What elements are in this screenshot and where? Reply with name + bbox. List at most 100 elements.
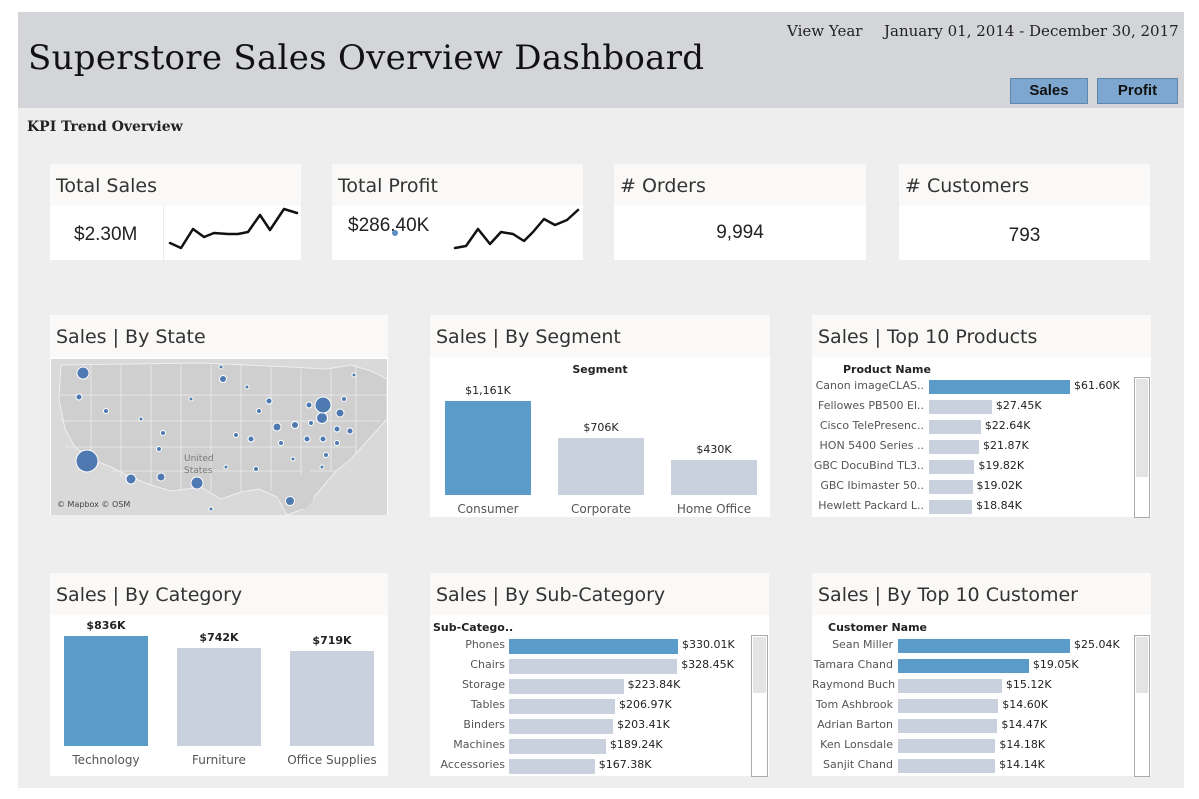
data-label: $206.97K — [618, 698, 672, 711]
row-label: HON 5400 Series .. — [819, 439, 924, 452]
cursor-marker-dot — [392, 230, 398, 236]
date-range-filter[interactable]: January 01, 2014 - December 30, 2017 — [884, 22, 1179, 40]
customers-scrollbar[interactable] — [1134, 635, 1150, 777]
panel-sales-by-category: Sales | By Category $836K Technology $742K… — [50, 573, 388, 776]
bar[interactable] — [509, 759, 595, 774]
scrollbar-thumb[interactable] — [753, 637, 766, 693]
row-label: Adrian Barton — [817, 718, 893, 731]
state-bubble — [319, 464, 325, 470]
data-label: $203.41K — [617, 718, 670, 731]
data-label: $836K — [86, 619, 126, 632]
bar[interactable] — [929, 460, 975, 474]
data-label: $21.87K — [983, 439, 1029, 452]
row-label: Fellowes PB500 El.. — [818, 399, 924, 412]
kpi-total-sales: Total Sales $2.30M — [50, 164, 301, 260]
state-bubble — [75, 449, 99, 473]
state-bubble — [233, 432, 239, 438]
state-bubble — [314, 396, 332, 414]
state-bubble — [125, 473, 137, 485]
data-label: $22.64K — [984, 419, 1031, 432]
state-bubble — [138, 416, 144, 422]
state-bubble — [351, 372, 357, 378]
bar[interactable] — [929, 400, 992, 414]
scrollbar-thumb[interactable] — [1136, 379, 1148, 477]
bar[interactable] — [445, 401, 531, 495]
state-bubble — [247, 435, 255, 443]
state-bubble — [75, 393, 83, 401]
row-label: Canon imageCLAS.. — [815, 379, 924, 392]
sales-trend-sparkline — [168, 207, 299, 250]
data-label: $19.82K — [978, 459, 1025, 472]
bar[interactable] — [290, 651, 374, 746]
state-bubble — [208, 506, 214, 512]
row-label: Raymond Buch — [812, 678, 896, 691]
bar[interactable] — [898, 719, 998, 733]
state-bubble — [223, 464, 229, 470]
state-bubble — [188, 396, 194, 402]
data-label: $742K — [199, 631, 239, 645]
panel-sales-by-segment: Sales | By Segment Segment $1,161K Consum… — [430, 315, 770, 517]
bar[interactable] — [898, 739, 996, 753]
bar[interactable] — [929, 420, 981, 434]
bar[interactable] — [177, 648, 261, 746]
row-label: Cisco TelePresenc.. — [819, 419, 924, 432]
bar[interactable] — [898, 699, 999, 713]
bar[interactable] — [509, 639, 678, 654]
row-label: GBC Ibimaster 50.. — [820, 479, 924, 492]
state-bubble — [316, 412, 328, 424]
bar[interactable] — [929, 500, 973, 514]
state-bubble — [278, 440, 284, 446]
state-bubble — [333, 425, 341, 433]
bar[interactable] — [929, 440, 980, 454]
state-bubble — [103, 408, 109, 414]
products-scrollbar[interactable] — [1134, 377, 1150, 518]
bar[interactable] — [509, 699, 615, 714]
bar[interactable] — [898, 759, 996, 773]
subcategory-scrollbar[interactable] — [751, 635, 768, 777]
kpi-orders: # Orders 9,994 — [614, 164, 866, 260]
row-label: GBC DocuBind TL3.. — [813, 459, 924, 472]
bar[interactable] — [898, 679, 1002, 693]
category-bar-chart: $836K Technology $742K Furniture $719K Office… — [50, 573, 388, 776]
kpi-value: $286.40K — [348, 215, 430, 236]
profit-toggle-button[interactable]: Profit — [1097, 78, 1178, 104]
bar[interactable] — [509, 719, 614, 734]
row-label: Machines — [453, 738, 505, 751]
kpi-value: $2.30M — [74, 224, 138, 245]
kpi-title: Total Sales — [50, 164, 301, 206]
bar[interactable] — [671, 460, 757, 495]
bar[interactable] — [64, 636, 148, 746]
kpi-title: # Customers — [899, 164, 1150, 206]
us-state-map[interactable]: United States © Mapbox © OSM — [51, 359, 387, 515]
state-bubble — [160, 430, 166, 436]
data-label: $61.60K — [1074, 379, 1120, 392]
bar[interactable] — [509, 739, 606, 754]
state-bubble — [335, 408, 345, 418]
state-bubble — [291, 421, 299, 429]
data-label: $1,161K — [465, 384, 511, 397]
bar[interactable] — [929, 480, 973, 494]
profit-trend-sparkline — [453, 208, 580, 250]
state-bubble — [256, 408, 262, 414]
category-label: Office Supplies — [287, 753, 377, 767]
panel-sales-by-state: Sales | By State United States © Mapbox … — [50, 315, 388, 515]
bar[interactable] — [929, 380, 1070, 394]
data-label: $15.12K — [1005, 678, 1052, 691]
state-bubble — [244, 384, 250, 390]
bar[interactable] — [898, 659, 1029, 673]
bar[interactable] — [509, 679, 624, 694]
scrollbar-thumb[interactable] — [1136, 637, 1148, 693]
bar[interactable] — [558, 437, 644, 495]
kpi-section-title: KPI Trend Overview — [27, 119, 183, 135]
row-label: Ken Lonsdale — [820, 738, 893, 751]
bar[interactable] — [898, 639, 1070, 653]
bar[interactable] — [509, 659, 678, 674]
row-label: Sanjit Chand — [823, 758, 893, 771]
row-label: Tamara Chand — [813, 658, 893, 671]
data-label: $430K — [696, 443, 732, 457]
sales-toggle-button[interactable]: Sales — [1010, 78, 1088, 104]
state-bubble — [285, 496, 295, 506]
kpi-title: Total Profit — [332, 164, 583, 206]
state-bubble — [290, 456, 296, 462]
state-bubble — [156, 472, 166, 482]
